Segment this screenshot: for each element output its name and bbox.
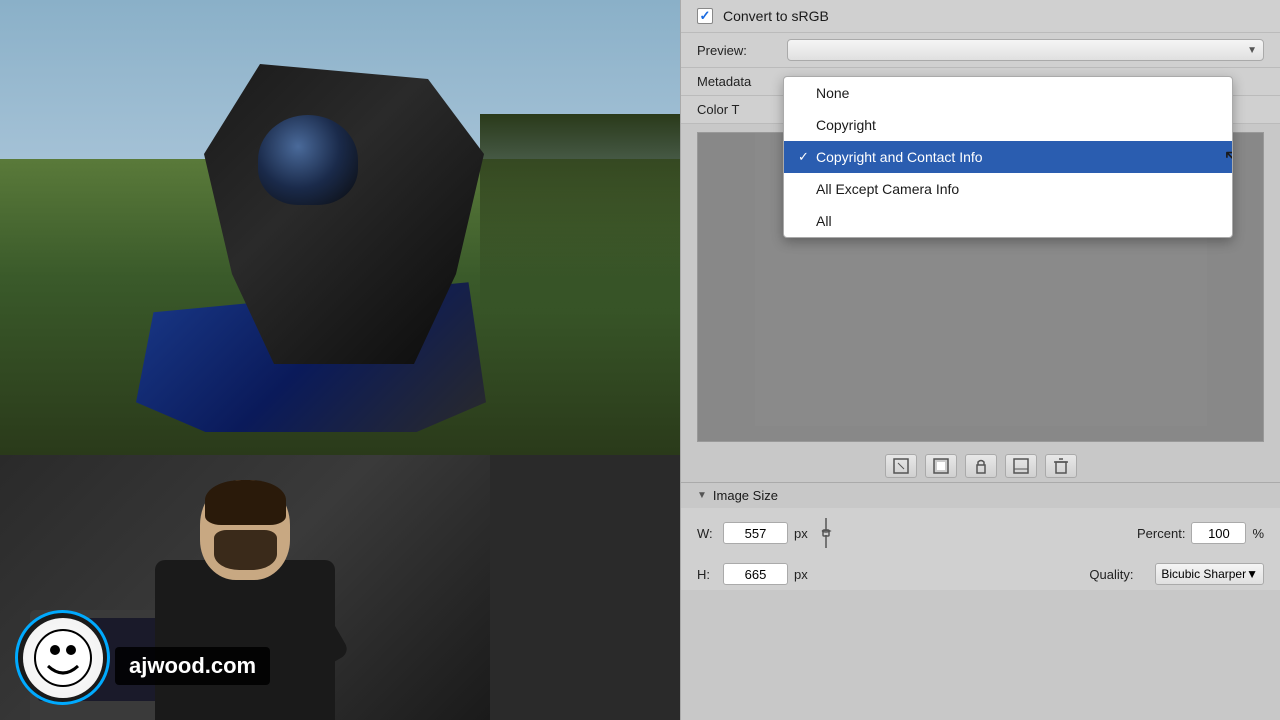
percent-input[interactable] [1191,522,1246,544]
convert-srgb-label: Convert to sRGB [723,8,829,24]
right-panel: ✓ Convert to sRGB Preview: ▼ Metadata No… [680,0,1280,720]
toolbar-btn-3[interactable] [965,454,997,478]
convert-srgb-checkbox[interactable]: ✓ [697,8,713,24]
preview-row: Preview: ▼ [681,33,1280,68]
preview-dropdown[interactable]: ▼ [787,39,1264,61]
menu-item-copyright[interactable]: Copyright [784,109,1232,141]
image-size-header: ▼ Image Size [681,482,1280,508]
toolbar-btn-2[interactable] [925,454,957,478]
cursor-icon: ↖ [1223,145,1233,170]
photo-scene [0,0,680,455]
toolbar-btn-5[interactable] [1045,454,1077,478]
percent-sign: % [1252,526,1264,541]
webcam-overlay: ajwood.com [0,455,490,720]
color-t-label: Color T [697,102,787,117]
preview-dropdown-arrow: ▼ [1247,45,1257,56]
w-label: W: [697,526,717,541]
image-size-label: Image Size [713,488,778,503]
width-input[interactable] [723,522,788,544]
photo-area: ajwood.com [0,0,680,720]
w-px-unit: px [794,526,808,541]
section-triangle-icon: ▼ [697,490,707,501]
link-icon [814,513,838,553]
convert-srgb-row: ✓ Convert to sRGB [681,0,1280,33]
scene-trees [480,114,680,314]
copyright-contact-check: ✓ [798,149,816,165]
checkmark-icon: ✓ [700,8,711,24]
h-label: H: [697,567,717,582]
metadata-label: Metadata [697,74,787,89]
percent-label: Percent: [1137,526,1185,541]
quality-dropdown[interactable]: Bicubic Sharper ▼ [1155,563,1264,585]
webcam-bg: ajwood.com [0,455,490,720]
menu-item-none-label: None [816,85,849,101]
logo-face [23,618,103,698]
webcam-person [95,490,395,720]
menu-item-copyright-contact-label: Copyright and Contact Info [816,149,983,165]
toolbar-btn-1[interactable] [885,454,917,478]
menu-item-copyright-label: Copyright [816,117,876,133]
preview-toolbar [681,450,1280,482]
person-hair [205,480,286,525]
person-body [155,560,335,720]
height-row: H: px Quality: Bicubic Sharper ▼ [681,558,1280,590]
menu-item-none[interactable]: None [784,77,1232,109]
menu-item-copyright-contact[interactable]: ✓ Copyright and Contact Info ↖ [784,141,1232,173]
toolbar-btn-4[interactable] [1005,454,1037,478]
metadata-dropdown-menu: None Copyright ✓ Copyright and Contact I… [783,76,1233,238]
person-beard [214,530,277,570]
quality-label: Quality: [1089,567,1149,582]
height-input[interactable] [723,563,788,585]
menu-item-all-except-camera[interactable]: All Except Camera Info [784,173,1232,205]
person-head [200,480,290,580]
preview-label: Preview: [697,43,787,58]
menu-item-all-label: All [816,213,832,229]
scene-helmet [258,115,358,205]
logo-circle [15,610,110,705]
menu-item-all[interactable]: All [784,205,1232,237]
quality-value: Bicubic Sharper [1161,567,1246,581]
menu-item-all-except-camera-label: All Except Camera Info [816,181,959,197]
h-px-unit: px [794,567,808,582]
website-label: ajwood.com [115,647,270,685]
quality-arrow-icon: ▼ [1246,567,1258,581]
main-photo [0,0,680,455]
width-row: W: px Percent: % [681,508,1280,558]
